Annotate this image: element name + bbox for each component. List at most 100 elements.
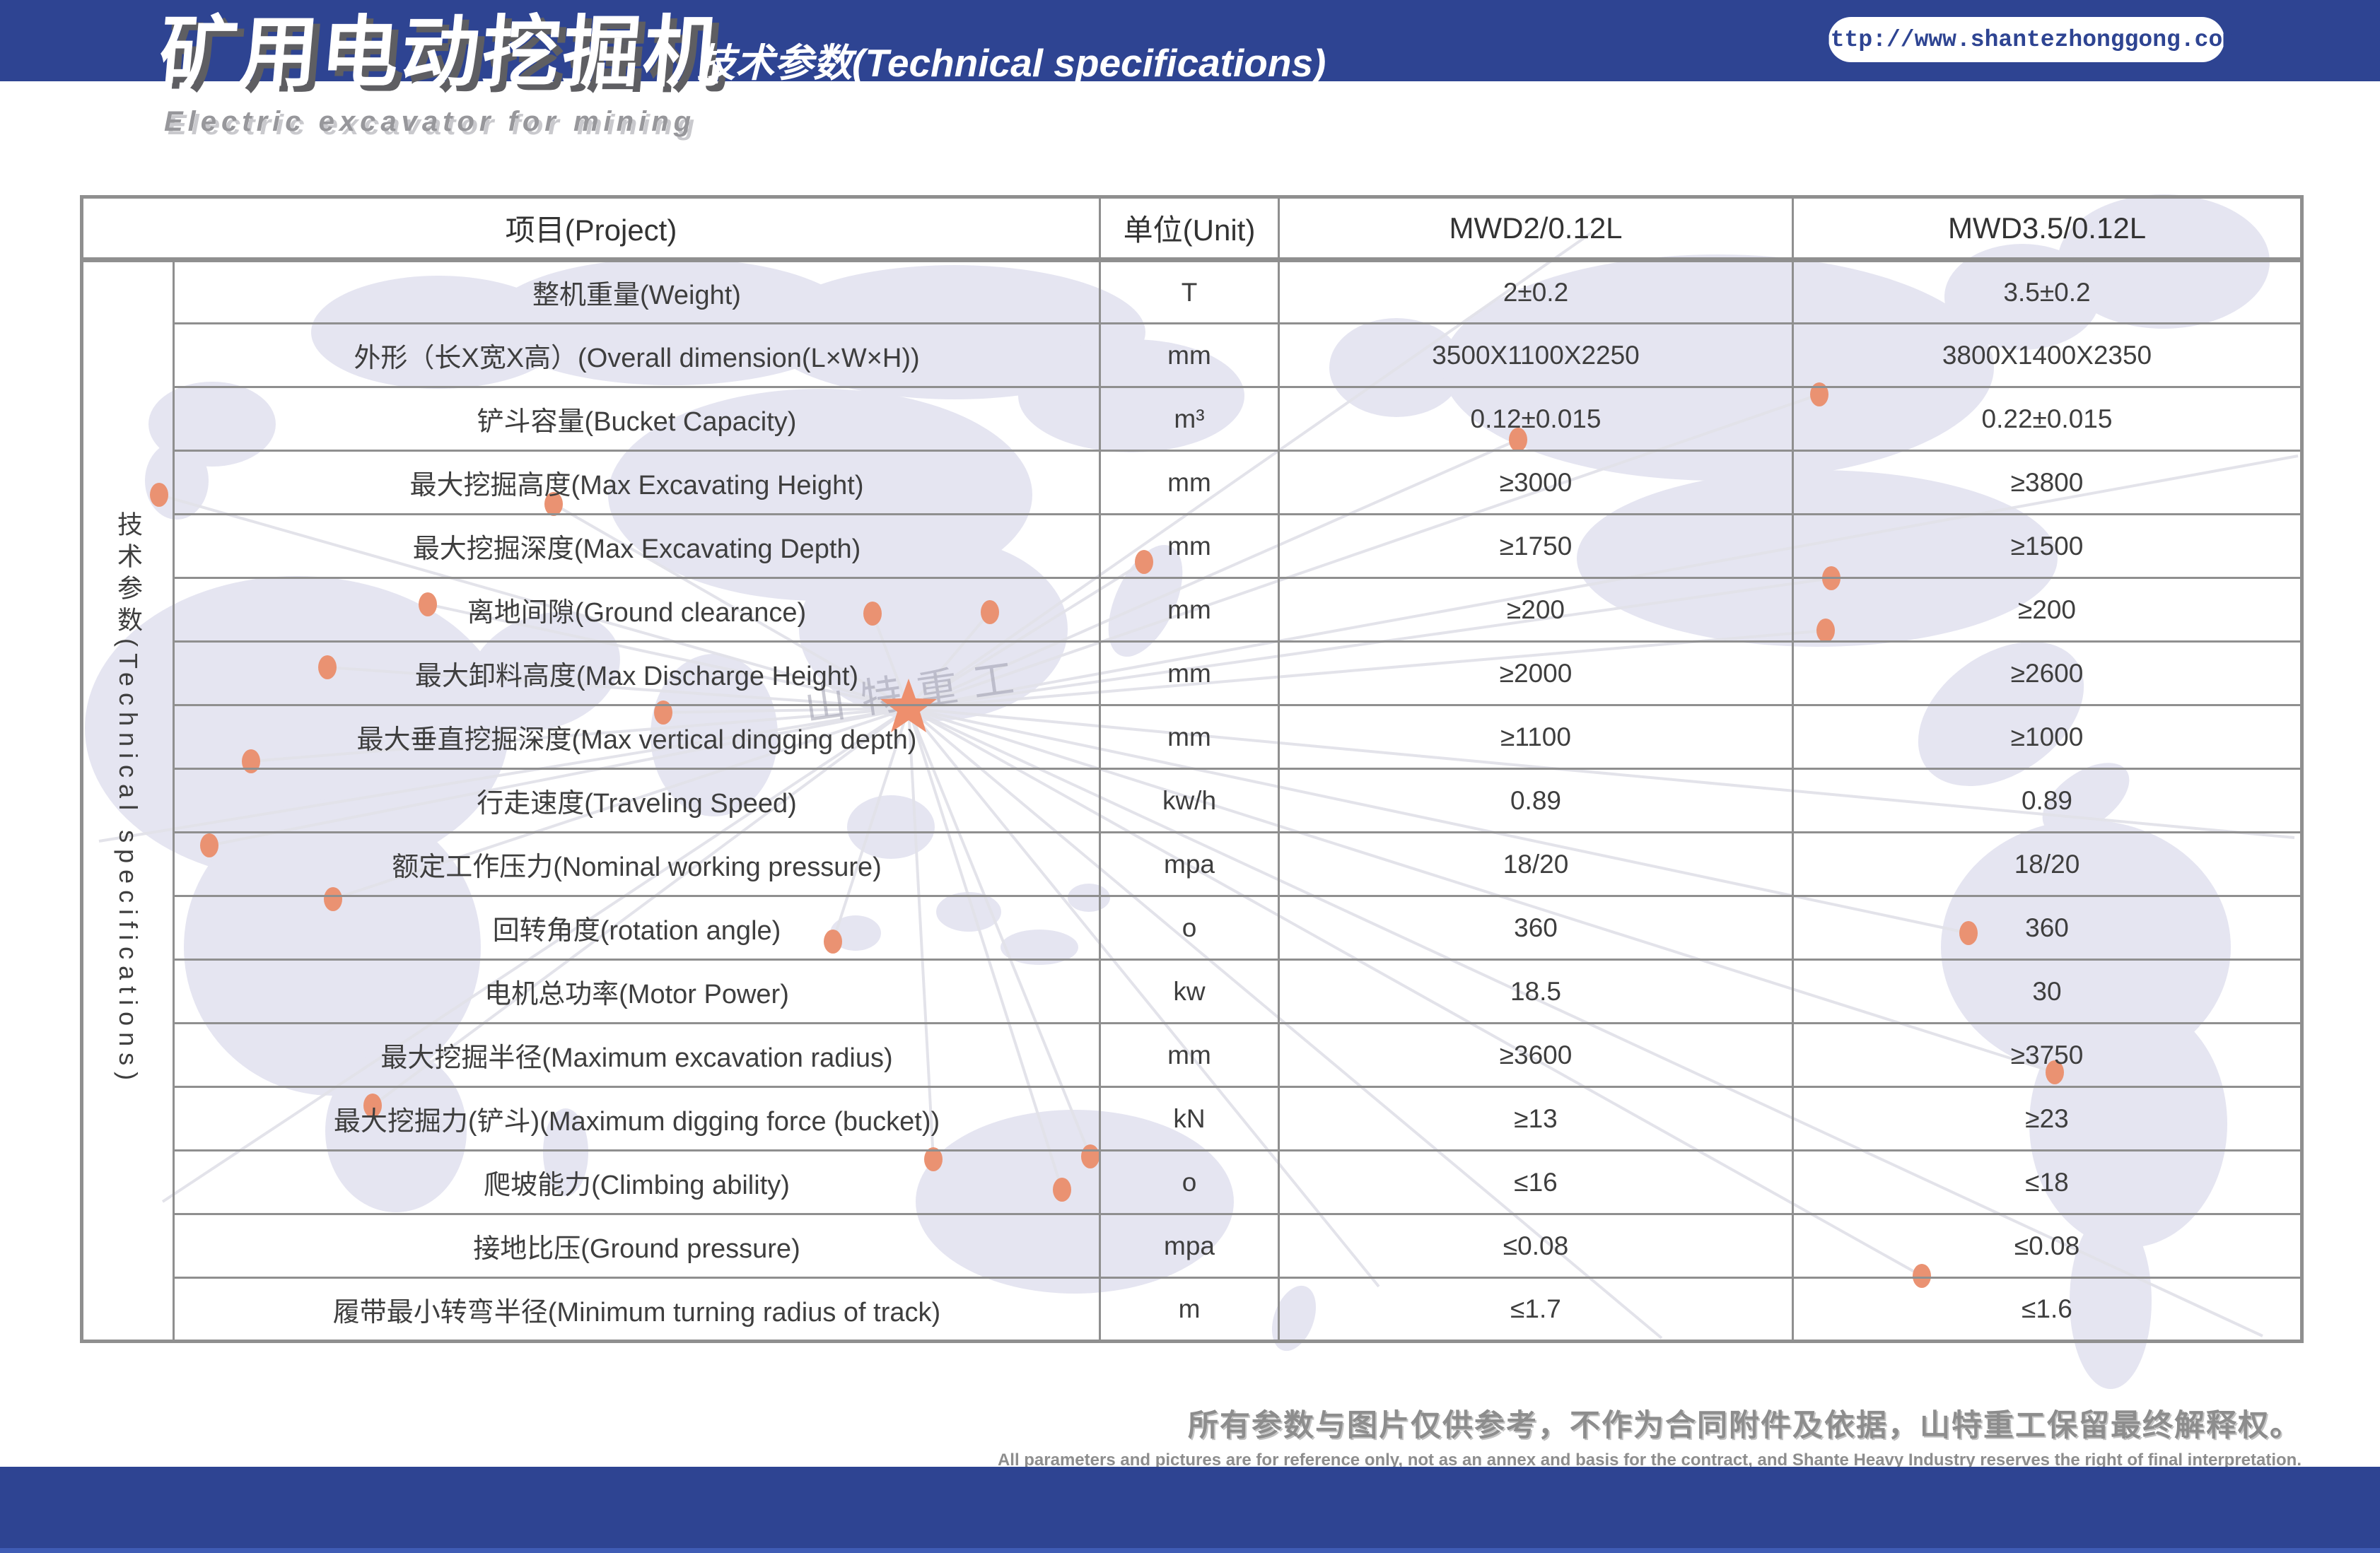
spec-label-cell: 额定工作压力(Nominal working pressure) bbox=[173, 831, 1101, 897]
table-row: 最大挖掘力(铲斗)(Maximum digging force (bucket)… bbox=[82, 1086, 2303, 1151]
unit-cell: mm bbox=[1099, 704, 1280, 770]
table-row: 最大挖掘高度(Max Excavating Height) mm ≥3000 ≥… bbox=[82, 450, 2303, 515]
unit-cell: o bbox=[1099, 895, 1280, 961]
model1-column-header: MWD2/0.12L bbox=[1278, 196, 1794, 262]
unit-cell: kN bbox=[1099, 1086, 1280, 1151]
table-row: 铲斗容量(Bucket Capacity) m³ 0.12±0.015 0.22… bbox=[82, 386, 2303, 452]
table-row: 额定工作压力(Nominal working pressure) mpa 18/… bbox=[82, 831, 2303, 897]
table-row: 履带最小转弯半径(Minimum turning radius of track… bbox=[82, 1277, 2303, 1342]
project-column-header: 项目(Project) bbox=[81, 196, 1101, 262]
unit-cell: T bbox=[1099, 259, 1280, 324]
model2-value-cell: 3800X1400X2350 bbox=[1792, 322, 2303, 388]
spec-label-cell: 最大垂直挖掘深度(Max vertical dingging depth) bbox=[173, 704, 1101, 770]
table-row: 技术参数(Technical specifications) 整机重量(Weig… bbox=[81, 259, 2303, 1342]
logo-title: 矿用电动挖掘机 bbox=[156, 9, 728, 96]
unit-cell: m³ bbox=[1099, 386, 1280, 452]
spec-label-cell: 接地比压(Ground pressure) bbox=[173, 1213, 1101, 1279]
model1-value-cell: 0.12±0.015 bbox=[1278, 386, 1794, 452]
model1-value-cell: 0.89 bbox=[1278, 768, 1794, 833]
unit-cell: mm bbox=[1099, 322, 1280, 388]
model1-value-cell: ≥3000 bbox=[1278, 450, 1794, 515]
footer-accent-strip bbox=[0, 1548, 2380, 1553]
model2-value-cell: ≤1.6 bbox=[1792, 1277, 2303, 1342]
unit-cell: mpa bbox=[1099, 1213, 1280, 1279]
model2-value-cell: ≥2600 bbox=[1792, 640, 2303, 706]
model2-value-cell: ≥1500 bbox=[1792, 513, 2303, 579]
unit-cell: mpa bbox=[1099, 831, 1280, 897]
spec-label-cell: 履带最小转弯半径(Minimum turning radius of track… bbox=[173, 1277, 1101, 1342]
disclaimer: 所有参数与图片仅供参考，不作为合同附件及依据，山特重工保留最终解释权。 All … bbox=[998, 1401, 2302, 1470]
model1-value-cell: 2±0.2 bbox=[1278, 259, 1794, 324]
spec-label-cell: 爬坡能力(Climbing ability) bbox=[173, 1149, 1101, 1215]
spec-label-cell: 最大挖掘力(铲斗)(Maximum digging force (bucket)… bbox=[173, 1086, 1101, 1151]
disclaimer-text-zh: 所有参数与图片仅供参考，不作为合同附件及依据，山特重工保留最终解释权。 bbox=[1188, 1409, 2302, 1443]
logo-subtitle: Electric excavator for mining bbox=[164, 106, 696, 137]
table-row: 最大挖掘半径(Maximum excavation radius) mm ≥36… bbox=[82, 1022, 2303, 1088]
model2-value-cell: 360 bbox=[1792, 895, 2303, 961]
table-row: 外形（长X宽X高）(Overall dimension(L×W×H)) mm 3… bbox=[82, 322, 2303, 388]
website-url-pill[interactable]: Http://www.shantezhonggong.com bbox=[1816, 17, 2236, 62]
unit-cell: m bbox=[1099, 1277, 1280, 1342]
page-title: 技术参数(Technical specifications) bbox=[696, 41, 1326, 85]
spec-label-cell: 最大挖掘高度(Max Excavating Height) bbox=[173, 450, 1101, 515]
model1-value-cell: ≤0.08 bbox=[1278, 1213, 1794, 1279]
model2-value-cell: 30 bbox=[1792, 959, 2303, 1024]
unit-column-header: 单位(Unit) bbox=[1099, 196, 1280, 262]
table-row: 回转角度(rotation angle) o 360 360 bbox=[82, 895, 2303, 961]
model1-value-cell: 3500X1100X2250 bbox=[1278, 322, 1794, 388]
model2-value-cell: ≥1000 bbox=[1792, 704, 2303, 770]
model2-column-header: MWD3.5/0.12L bbox=[1792, 196, 2303, 262]
model1-value-cell: ≥13 bbox=[1278, 1086, 1794, 1151]
model2-value-cell: ≥200 bbox=[1792, 577, 2303, 643]
model2-value-cell: 0.22±0.015 bbox=[1792, 386, 2303, 452]
spec-label-cell: 电机总功率(Motor Power) bbox=[173, 959, 1101, 1024]
row-group-cell: 技术参数(Technical specifications) bbox=[81, 259, 175, 1342]
spec-label-cell: 最大挖掘深度(Max Excavating Depth) bbox=[173, 513, 1101, 579]
spec-label-cell: 行走速度(Traveling Speed) bbox=[173, 768, 1101, 833]
model2-value-cell: 0.89 bbox=[1792, 768, 2303, 833]
spec-label-cell: 离地间隙(Ground clearance) bbox=[173, 577, 1101, 643]
spec-label-cell: 整机重量(Weight) bbox=[173, 259, 1101, 324]
table-header-row: 项目(Project) 单位(Unit) MWD2/0.12L MWD3.5/0… bbox=[81, 196, 2303, 262]
unit-cell: mm bbox=[1099, 640, 1280, 706]
model1-value-cell: ≥3600 bbox=[1278, 1022, 1794, 1088]
table-row: 最大挖掘深度(Max Excavating Depth) mm ≥1750 ≥1… bbox=[82, 513, 2303, 579]
spec-label-cell: 外形（长X宽X高）(Overall dimension(L×W×H)) bbox=[173, 322, 1101, 388]
table-row: 接地比压(Ground pressure) mpa ≤0.08 ≤0.08 bbox=[82, 1213, 2303, 1279]
spec-label-cell: 回转角度(rotation angle) bbox=[173, 895, 1101, 961]
unit-cell: mm bbox=[1099, 577, 1280, 643]
model2-value-cell: ≥3750 bbox=[1792, 1022, 2303, 1088]
model1-value-cell: ≤16 bbox=[1278, 1149, 1794, 1215]
model2-value-cell: ≥3800 bbox=[1792, 450, 2303, 515]
unit-cell: kw bbox=[1099, 959, 1280, 1024]
model1-value-cell: ≥1100 bbox=[1278, 704, 1794, 770]
model1-value-cell: 360 bbox=[1278, 895, 1794, 961]
model1-value-cell: 18/20 bbox=[1278, 831, 1794, 897]
unit-cell: mm bbox=[1099, 513, 1280, 579]
unit-cell: mm bbox=[1099, 1022, 1280, 1088]
model2-value-cell: ≤18 bbox=[1792, 1149, 2303, 1215]
model1-value-cell: ≤1.7 bbox=[1278, 1277, 1794, 1342]
model2-value-cell: 3.5±0.2 bbox=[1792, 259, 2303, 324]
bottom-footer-bar bbox=[0, 1467, 2380, 1553]
website-url: Http://www.shantezhonggong.com bbox=[1816, 26, 2237, 53]
model2-value-cell: 18/20 bbox=[1792, 831, 2303, 897]
table-row: 最大卸料高度(Max Discharge Height) mm ≥2000 ≥2… bbox=[82, 640, 2303, 706]
model1-value-cell: ≥2000 bbox=[1278, 640, 1794, 706]
model2-value-cell: ≥23 bbox=[1792, 1086, 2303, 1151]
table-row: 离地间隙(Ground clearance) mm ≥200 ≥200 bbox=[82, 577, 2303, 643]
spec-label-cell: 最大卸料高度(Max Discharge Height) bbox=[173, 640, 1101, 706]
spec-label-cell: 最大挖掘半径(Maximum excavation radius) bbox=[173, 1022, 1101, 1088]
table-row: 行走速度(Traveling Speed) kw/h 0.89 0.89 bbox=[82, 768, 2303, 833]
model2-value-cell: ≤0.08 bbox=[1792, 1213, 2303, 1279]
unit-cell: o bbox=[1099, 1149, 1280, 1215]
unit-cell: kw/h bbox=[1099, 768, 1280, 833]
specifications-table: 项目(Project) 单位(Unit) MWD2/0.12L MWD3.5/0… bbox=[80, 195, 2304, 1343]
table-row: 电机总功率(Motor Power) kw 18.5 30 bbox=[82, 959, 2303, 1024]
model1-value-cell: ≥1750 bbox=[1278, 513, 1794, 579]
table-row: 爬坡能力(Climbing ability) o ≤16 ≤18 bbox=[82, 1149, 2303, 1215]
table-row: 最大垂直挖掘深度(Max vertical dingging depth) mm… bbox=[82, 704, 2303, 770]
model1-value-cell: ≥200 bbox=[1278, 577, 1794, 643]
model1-value-cell: 18.5 bbox=[1278, 959, 1794, 1024]
spec-label-cell: 铲斗容量(Bucket Capacity) bbox=[173, 386, 1101, 452]
